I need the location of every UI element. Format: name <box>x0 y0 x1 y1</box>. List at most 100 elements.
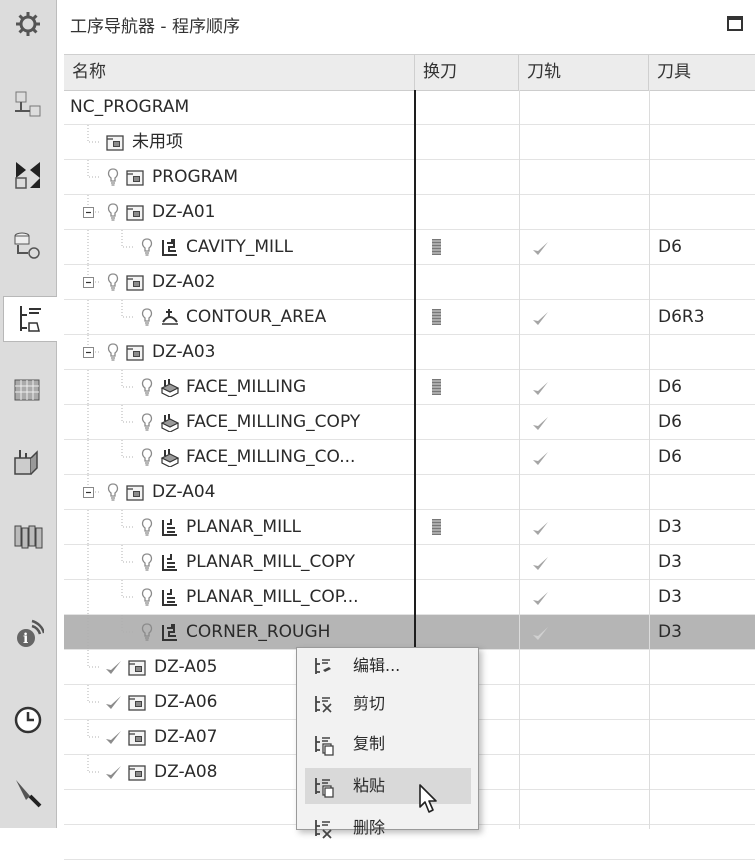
operation-row[interactable]: FACE_MILLING_CO... D6 <box>64 440 755 475</box>
tree-connector <box>87 370 134 405</box>
cavity-operation-icon <box>162 624 177 641</box>
column-header-toolpath[interactable]: 刀轨 <box>519 55 649 90</box>
status-bulb-icon <box>141 448 153 466</box>
menu-item-label: 粘贴 <box>353 776 386 795</box>
collapse-toggle[interactable] <box>83 347 94 358</box>
status-check-icon <box>106 731 121 744</box>
operation-navigator-icon <box>19 306 41 332</box>
row-name: CONTOUR_AREA <box>186 307 327 327</box>
history-icon <box>14 706 42 734</box>
program-folder-icon <box>128 660 146 676</box>
program-folder-icon <box>128 695 146 711</box>
edit-icon <box>315 658 331 674</box>
collapse-toggle[interactable] <box>83 277 94 288</box>
program-folder-icon <box>128 765 146 781</box>
toolpath-ok-icon <box>533 452 548 465</box>
tree-connector <box>87 615 134 650</box>
program-folder-icon <box>126 485 144 501</box>
sidebar-button-process[interactable] <box>4 770 52 814</box>
program-group-row[interactable]: 未用项 <box>64 125 755 160</box>
collapse-toggle[interactable] <box>83 207 94 218</box>
tool-change-icon <box>432 309 441 325</box>
toolpath-ok-icon <box>533 557 548 570</box>
tree-connector <box>87 545 134 580</box>
row-name: PLANAR_MILL_COP... <box>186 587 359 607</box>
toolpath-ok-icon <box>533 417 548 430</box>
menu-item-delete[interactable]: 删除 <box>305 810 471 846</box>
program-folder-icon <box>126 275 144 291</box>
program-folder-icon <box>106 135 124 151</box>
sidebar-button-machine-tool-navigator[interactable] <box>4 368 52 412</box>
navigator-title: 工序导航器 - 程序顺序 <box>70 17 240 37</box>
row-name: DZ-A01 <box>152 202 216 222</box>
operation-row[interactable]: CONTOUR_AREA D6R3 <box>64 300 755 335</box>
sidebar-button-constraint-navigator[interactable] <box>4 152 52 196</box>
maximize-button[interactable] <box>727 16 743 31</box>
status-bulb-icon <box>141 413 153 431</box>
sidebar-button-assembly-navigator[interactable] <box>4 82 52 126</box>
operation-row[interactable]: CAVITY_MILL D6 <box>64 230 755 265</box>
svg-text:i: i <box>23 631 28 647</box>
tool-change-icon <box>432 519 441 535</box>
sidebar-button-operation-navigator[interactable] <box>3 296 57 342</box>
sidebar-button-info[interactable]: i <box>4 612 52 656</box>
menu-item-edit[interactable]: 编辑... <box>305 648 471 684</box>
status-check-icon <box>106 766 121 779</box>
menu-item-paste[interactable]: 粘贴 <box>305 768 471 804</box>
menu-item-label: 编辑... <box>353 656 401 675</box>
tree-connector <box>87 510 134 545</box>
program-group-row[interactable]: PROGRAM <box>64 160 755 195</box>
collapse-toggle[interactable] <box>83 487 94 498</box>
toolpath-ok-icon <box>533 312 548 325</box>
status-bulb-icon <box>107 273 119 291</box>
tree-connector <box>87 230 134 265</box>
column-header-name[interactable]: 名称 <box>64 55 415 90</box>
tool-name: D3 <box>658 517 682 537</box>
tree-connector <box>87 405 134 440</box>
toolpath-ok-icon <box>533 592 548 605</box>
column-header-toolchange[interactable]: 换刀 <box>415 55 519 90</box>
row-name: DZ-A06 <box>154 692 218 712</box>
row-name: 未用项 <box>132 132 183 152</box>
program-group-row[interactable]: DZ-A01 <box>64 195 755 230</box>
column-header-row: 名称 换刀 刀轨 刀具 <box>64 55 755 91</box>
operation-row[interactable]: CORNER_ROUGH D3 <box>64 615 755 650</box>
status-bulb-icon <box>141 588 153 606</box>
row-name: PLANAR_MILL_COPY <box>186 552 356 572</box>
status-bulb-icon <box>107 168 119 186</box>
contour-operation-icon <box>162 309 178 325</box>
program-folder-icon <box>126 170 144 186</box>
toolpath-ok-icon <box>533 627 548 640</box>
delete-icon <box>315 820 332 839</box>
program-group-row[interactable]: DZ-A02 <box>64 265 755 300</box>
sidebar-button-reuse-library[interactable] <box>4 512 52 556</box>
menu-item-copy[interactable]: 复制 <box>305 726 471 762</box>
operation-row[interactable]: FACE_MILLING_COPY D6 <box>64 405 755 440</box>
operation-row[interactable]: PLANAR_MILL_COP... D3 <box>64 580 755 615</box>
column-header-tool[interactable]: 刀具 <box>649 55 755 90</box>
operation-row[interactable]: PLANAR_MILL D3 <box>64 510 755 545</box>
program-group-row[interactable]: DZ-A04 <box>64 475 755 510</box>
status-bulb-icon <box>107 343 119 361</box>
status-bulb-icon <box>107 203 119 221</box>
sidebar-button-assembly-sequence[interactable] <box>4 440 52 484</box>
status-bulb-icon <box>107 483 119 501</box>
status-bulb-icon <box>141 308 153 326</box>
operation-row[interactable]: PLANAR_MILL_COPY D3 <box>64 545 755 580</box>
operation-row[interactable]: FACE_MILLING D6 <box>64 370 755 405</box>
menu-item-cut[interactable]: 剪切 <box>305 686 471 722</box>
reuse-library-icon <box>14 525 43 549</box>
program-group-row[interactable]: NC_PROGRAM <box>64 90 755 125</box>
sidebar-button-part-navigator[interactable] <box>4 222 52 266</box>
tool-name: D6R3 <box>658 307 705 327</box>
sidebar-button-history[interactable] <box>4 698 52 742</box>
status-bulb-icon <box>141 623 153 641</box>
resource-bar: i <box>0 0 57 828</box>
row-name: DZ-A07 <box>154 727 218 747</box>
sidebar-button-settings[interactable] <box>4 2 52 46</box>
assembly-sequence-icon <box>14 450 38 475</box>
program-group-row[interactable]: DZ-A03 <box>64 335 755 370</box>
row-name: FACE_MILLING_COPY <box>186 412 361 432</box>
row-name: DZ-A02 <box>152 272 216 292</box>
assembly-navigator-icon <box>15 91 41 117</box>
